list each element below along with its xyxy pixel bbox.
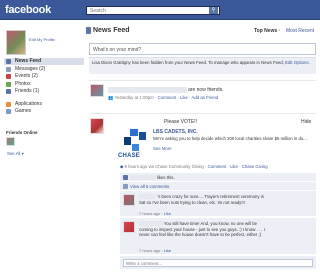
poster-avatar[interactable] [90,118,104,134]
edit-profile-link[interactable]: Edit My Profile [29,37,55,42]
search-placeholder: Search [90,8,106,14]
app-icon: ◆ [120,164,124,169]
photos-icon [6,81,11,87]
post-time: 9 hours ago via Chase Community Giving [124,164,204,169]
likes-text: xxxxxxxxxxxx likes this. [130,175,175,180]
status-composer-input[interactable]: What's on your mind? [89,43,316,55]
story-text: are now friends. [188,87,224,93]
redacted-name: xxxxxxxx [139,194,157,199]
comment-like-link[interactable]: · Like [161,211,171,216]
comment-text: xxxxxxxxxxx You still have time! And, yo… [139,221,269,238]
comment-time: 7 hours ago [139,248,161,253]
comment-item: xxxxxxxxxxx You still have time! And, yo… [120,218,316,255]
redacted-name: xxxxxxxxxxxx and xxxxxxxxxxxxxxx [108,87,187,93]
main-feed: News Feed Top News · Most Recent What's … [86,20,320,277]
post-meta: ◆ 9 hours ago via Chase Community Giving… [120,164,268,170]
post-description: We're asking you to help decide which 20… [153,136,307,141]
divider [89,113,316,114]
view-all-comments-row[interactable]: View all 5 comments [120,182,316,191]
likes-row: xxxxxxxxxxxx likes this. [120,173,316,182]
story-meta: 👥 Yesterday at 1:00pm · Comment · Like ·… [108,95,218,101]
sidebar-item-events[interactable]: Events (2) [4,73,84,80]
post-actions[interactable]: · Comment · Like · Chase Giving [205,164,268,169]
page-title: News Feed [93,27,130,34]
sidebar-item-label: News Feed [15,58,42,64]
search-input[interactable]: Search ⚲ [86,6,220,15]
friends-online-title: Friends Online [6,130,38,135]
divider [89,80,316,81]
view-all-comments-link[interactable]: View all 5 comments [130,184,169,189]
post-text: Please VOTE!! [164,119,198,125]
games-icon [6,109,11,114]
hidden-notice: Lisa Dixon Grattigny has been hidden fro… [89,57,316,74]
tab-top-news[interactable]: Top News · [254,28,280,34]
applications-icon [6,101,11,107]
sidebar-item-messages[interactable]: Messages (2) [4,66,84,73]
sidebar-item-games[interactable]: Games [4,108,84,115]
chase-logo-icon[interactable] [122,127,148,153]
comment-body: 's been crazy for sure.... Trayie's reti… [139,194,264,205]
comments-icon [123,184,128,189]
sidebar-item-label: Friends (1) [15,88,40,94]
hidden-notice-text: Lisa Dixon Grattigny has been hidden fro… [92,60,284,65]
online-friend-avatar[interactable] [6,137,15,146]
sidebar-item-label: Events (2) [15,73,38,79]
chevron-down-icon: ▾ [21,151,24,156]
friend-avatar[interactable] [90,84,104,97]
messages-icon [6,66,11,72]
comment-meta: 7 hours ago · Like [139,248,171,253]
comment-meta: 7 hours ago · Like [139,211,171,216]
sidebar-item-label: Applications [15,100,42,107]
sidebar-item-applications[interactable]: Applications [4,101,84,108]
redacted-name: xxxxxxxxxxx [139,221,163,226]
page-name-link[interactable]: LBS CADETS, INC. [153,129,198,135]
redacted-name: xxxxxxxxxxxx [130,175,156,180]
see-more-link[interactable]: See More [153,146,172,151]
see-all-link[interactable]: See All ▾ [7,151,24,157]
write-comment-input[interactable]: Write a comment... [123,259,313,267]
profile-avatar[interactable] [6,30,26,55]
chase-brand-text: CHASE [118,153,141,159]
sidebar-item-label: Messages (2) [15,65,46,72]
comment-time: 7 hours ago [139,211,161,216]
tab-top-news-label: Top News [254,28,278,34]
sidebar-item-label: Photos [15,80,31,87]
top-bar: facebook Search ⚲ [0,0,320,20]
comment-text: xxxxxxxx 's been crazy for sure.... Tray… [139,194,269,205]
commenter-avatar[interactable] [123,194,135,206]
search-icon[interactable]: ⚲ [209,7,218,14]
friendship-story: xxxxxxxxxxxx and xxxxxxxxxxxxxxx are now… [108,87,224,93]
story-time: Yesterday at 1:00pm [114,95,154,100]
thumbs-up-icon [123,175,128,180]
see-all-label: See All [7,151,21,156]
sidebar-item-label: Games [15,108,32,114]
comment-item: xxxxxxxx 's been crazy for sure.... Tray… [120,191,316,217]
sidebar-item-friends[interactable]: Friends (1) [4,88,84,95]
sidebar-item-news-feed[interactable]: News Feed [4,58,84,65]
edit-options-link[interactable]: Edit Options. [285,60,310,65]
sidebar-item-photos[interactable]: Photos [4,81,84,88]
left-sidebar: Edit My Profile News Feed Messages (2) E… [0,20,86,277]
tab-most-recent[interactable]: Most Recent [286,28,314,34]
friends-icon [6,89,11,94]
friends-icon: 👥 [108,95,114,100]
sidebar-nav: News Feed Messages (2) Events (2) Photos… [4,58,84,116]
story-actions[interactable]: · Comment · Like · Add as Friend [155,95,218,100]
write-comment-row: Write a comment... [120,256,316,270]
tab-separator: · [278,28,281,34]
comment-like-link[interactable]: · Like [161,248,171,253]
facebook-logo[interactable]: facebook [5,4,51,16]
likes-label: likes this. [156,175,175,180]
news-feed-icon [6,59,11,64]
hide-button[interactable]: Hide [301,119,311,125]
commenter-avatar[interactable] [123,221,135,233]
events-icon [6,74,11,79]
news-feed-header-icon [86,27,91,34]
